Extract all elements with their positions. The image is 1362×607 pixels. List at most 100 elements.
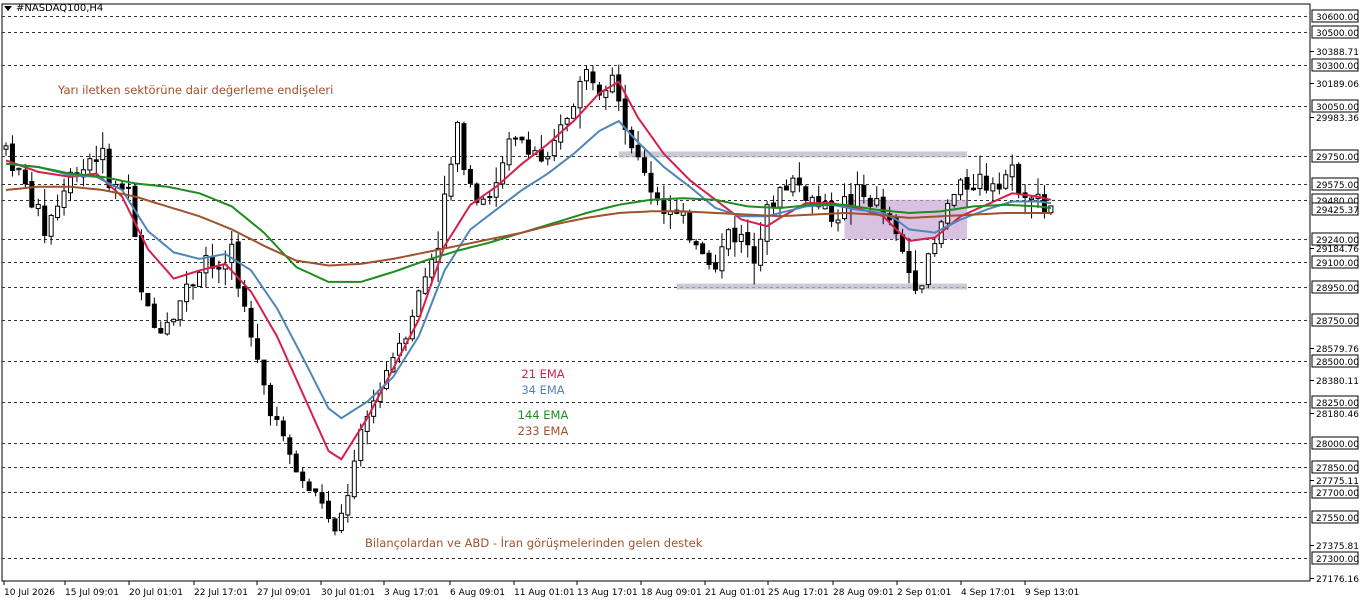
time-tick-label: 20 Jul 01:01 [129, 588, 183, 598]
candle-body [874, 198, 880, 206]
dropdown-triangle-icon[interactable] [4, 5, 12, 11]
price-level-label: 28950.00 [1316, 284, 1359, 294]
candle-body [996, 183, 1002, 190]
candle-body [1029, 197, 1035, 201]
candle-body [971, 187, 976, 191]
candle-body [635, 144, 641, 158]
candle-body [745, 232, 751, 246]
chart-root[interactable]: Yarı iletken sektörüne dair değerleme en… [0, 0, 1362, 603]
candle-body [777, 187, 783, 208]
candle-body [429, 258, 435, 278]
candle-body [525, 139, 531, 155]
candle-body [87, 158, 93, 171]
candle-body [255, 338, 261, 360]
candle-body [22, 169, 28, 185]
candle-body [758, 238, 764, 266]
price-level-label: 30300.00 [1316, 62, 1359, 72]
candle-body [145, 292, 151, 307]
candle-body [951, 193, 957, 206]
price-level-label: 30050.00 [1316, 103, 1359, 113]
candle-body [906, 250, 912, 274]
candle-body [100, 147, 106, 161]
candle-body [138, 235, 144, 293]
candle-body [306, 481, 312, 492]
price-level-label: 30600.00 [1316, 13, 1359, 23]
price-level-label: 27850.00 [1316, 464, 1359, 474]
price-chart[interactable]: Yarı iletken sektörüne dair değerleme en… [0, 0, 1362, 603]
candle-body [235, 241, 241, 289]
candle-body [93, 159, 99, 162]
price-tick-label: 27176.16 [1316, 575, 1359, 585]
candle-body [796, 177, 802, 186]
price-tick-label: 28380.11 [1316, 377, 1359, 387]
candle-body [725, 229, 731, 250]
legend-item: 34 EMA [521, 383, 564, 397]
time-tick-label: 10 Jul 2026 [4, 588, 55, 598]
candle-body [35, 203, 41, 210]
candle-body [925, 253, 931, 286]
legend-item: 21 EMA [521, 367, 564, 381]
price-tick-label: 29983.36 [1316, 114, 1359, 124]
candle-body [713, 262, 718, 270]
candle-body [351, 460, 357, 498]
candle-body [719, 246, 725, 272]
candle-body [590, 71, 596, 84]
time-tick-label: 28 Aug 09:01 [833, 588, 894, 598]
candle-body [706, 252, 712, 265]
price-tick-label: 27375.81 [1316, 542, 1359, 552]
price-level-label: 28000.00 [1316, 440, 1359, 450]
candle-body [267, 384, 273, 417]
time-tick-label: 27 Jul 09:01 [257, 588, 311, 598]
candle-body [16, 167, 22, 171]
candle-body [945, 203, 951, 224]
candle-body [319, 492, 325, 504]
zone-resistance [618, 151, 968, 158]
candle-body [164, 321, 170, 335]
price-level-label: 30500.00 [1316, 29, 1359, 39]
candle-body [177, 300, 183, 321]
candle-body [358, 429, 364, 462]
candle-body [29, 181, 35, 208]
time-tick-label: 30 Jul 01:01 [321, 588, 375, 598]
candle-body [448, 163, 454, 197]
candle-body [171, 318, 177, 323]
time-tick-label: 6 Aug 09:01 [450, 588, 505, 598]
candle-body [983, 175, 989, 191]
candle-body [545, 156, 551, 160]
candle-body [3, 145, 9, 150]
price-level-label: 28500.00 [1316, 358, 1359, 368]
legend-item: 144 EMA [518, 408, 569, 422]
candle-body [300, 471, 306, 482]
price-level-label: 28250.00 [1316, 399, 1359, 409]
candle-body [861, 184, 867, 198]
candle-body [564, 117, 570, 125]
time-tick-label: 21 Aug 01:01 [705, 588, 766, 598]
candle-body [487, 196, 493, 199]
candle-body [248, 307, 254, 338]
candle-body [790, 177, 796, 193]
candle-body [977, 173, 983, 190]
candle-body [732, 227, 738, 243]
candle-body [919, 285, 925, 290]
symbol-text: #NASDAQ100,H4 [16, 3, 104, 14]
time-tick-label: 2 Sep 01:01 [897, 588, 951, 598]
candle-body [461, 123, 467, 170]
candle-body [751, 246, 757, 264]
price-tick-label: 30189.06 [1316, 80, 1359, 90]
candle-body [416, 290, 422, 317]
time-tick-label: 15 Jul 09:01 [65, 588, 119, 598]
price-level-label: 27550.00 [1316, 514, 1359, 524]
candle-body [654, 192, 660, 199]
symbol-label: #NASDAQ100,H4 [4, 3, 103, 14]
candle-body [216, 266, 222, 270]
time-tick-label: 3 Aug 17:01 [384, 588, 439, 598]
candle-body [313, 488, 319, 492]
time-tick-label: 18 Aug 09:01 [641, 588, 702, 598]
candle-body [700, 243, 706, 255]
candle-body [190, 284, 196, 287]
candle-body [467, 168, 473, 184]
time-tick-label: 4 Sep 17:01 [961, 588, 1015, 598]
price-level-label: 29750.00 [1316, 153, 1359, 163]
candle-body [764, 204, 770, 242]
candle-body [158, 328, 164, 334]
